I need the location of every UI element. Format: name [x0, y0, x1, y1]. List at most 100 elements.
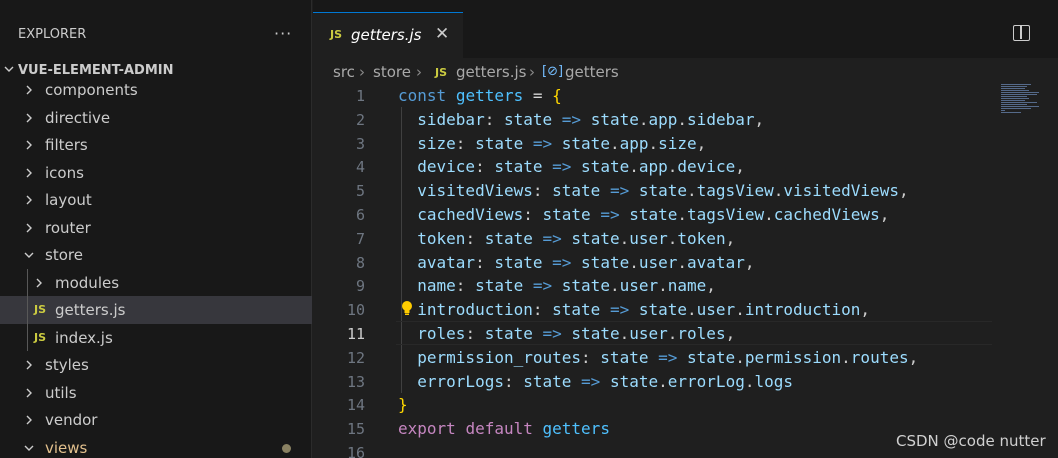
- code-text: avatar: state => state.user.avatar,: [417, 252, 755, 272]
- line-number: 13: [346, 372, 365, 391]
- line-number: 8: [355, 253, 365, 272]
- explorer-title: EXPLORER: [18, 27, 87, 42]
- js-file-icon: JS: [34, 303, 47, 316]
- tree-item-modules[interactable]: modules: [0, 269, 312, 297]
- code-line[interactable]: 2 sidebar: state => state.app.sidebar,: [313, 107, 1058, 131]
- code-text: }: [398, 395, 408, 415]
- tree-item-label: store: [45, 246, 83, 264]
- breadcrumb-src[interactable]: src: [333, 63, 355, 81]
- tree-item-label: getters.js: [55, 301, 126, 319]
- line-number: 12: [346, 348, 365, 367]
- line-number: 16: [346, 443, 365, 458]
- tree-item-store[interactable]: store: [0, 241, 312, 269]
- chevron-right-icon: ›: [529, 63, 535, 81]
- chevron-down-icon: [4, 66, 14, 72]
- chevron-right-icon: [22, 137, 36, 156]
- line-number: 2: [355, 110, 365, 129]
- tree-item-label: index.js: [55, 328, 113, 347]
- code-line[interactable]: 13 errorLogs: state => state.errorLog.lo…: [313, 369, 1058, 393]
- line-number: 6: [355, 205, 365, 224]
- tree-item-utils[interactable]: utils: [0, 379, 312, 407]
- line-number: 10: [346, 301, 365, 320]
- code-line[interactable]: 5 visitedViews: state => state.tagsView.…: [313, 178, 1058, 202]
- line-number: 1: [355, 87, 365, 105]
- chevron-down-icon: [22, 247, 36, 266]
- tree-item-label: vendor: [45, 411, 98, 429]
- tree-item-label: styles: [45, 356, 89, 374]
- tree-item-getters-js[interactable]: JS getters.js: [0, 296, 312, 324]
- js-file-icon: JS: [435, 66, 448, 79]
- tree-item-label: filters: [45, 136, 88, 154]
- tree-item-styles[interactable]: styles: [0, 351, 312, 379]
- code-text: const getters = {: [398, 86, 562, 105]
- symbol-variable-icon: [⊘]: [542, 64, 564, 79]
- split-editor-icon[interactable]: [1013, 25, 1030, 41]
- tree-item-index-js[interactable]: JS index.js: [0, 324, 312, 352]
- code-line[interactable]: 12 permission_routes: state => state.per…: [313, 345, 1058, 369]
- line-number: 5: [355, 182, 365, 201]
- tree-item-layout[interactable]: layout: [0, 186, 312, 214]
- code-text: visitedViews: state => state.tagsView.vi…: [417, 181, 909, 201]
- code-editor[interactable]: 1 const getters = { 2 sidebar: state => st…: [313, 83, 1058, 458]
- breadcrumb-file[interactable]: getters.js: [456, 63, 526, 81]
- code-text: name: state => state.user.name,: [417, 276, 716, 296]
- line-number: 11: [346, 324, 365, 343]
- code-text: roles: state => state.user.roles,: [417, 323, 736, 343]
- indent-guide: [27, 268, 28, 351]
- tree-item-vendor[interactable]: vendor: [0, 406, 312, 434]
- editor-area: JS getters.js ✕ src › store › JS getters…: [313, 0, 1058, 458]
- tree-item-label: router: [45, 218, 91, 237]
- code-text: introduction: state => state.user.introd…: [417, 300, 871, 320]
- tab-label: getters.js: [351, 26, 422, 44]
- code-line[interactable]: 14}: [313, 392, 1058, 416]
- chevron-right-icon: [22, 192, 36, 211]
- more-actions-icon[interactable]: ···: [274, 24, 292, 43]
- breadcrumb-symbol[interactable]: getters: [565, 63, 619, 81]
- code-line[interactable]: 11 roles: state => state.user.roles,: [313, 320, 1058, 345]
- watermark: CSDN @code nutter: [896, 432, 1046, 450]
- chevron-right-icon: [22, 357, 36, 376]
- chevron-right-icon: [22, 220, 36, 239]
- code-line[interactable]: 9 name: state => state.user.name,: [313, 273, 1058, 297]
- code-text: cachedViews: state => state.tagsView.cac…: [417, 204, 890, 224]
- tree-item-label: layout: [45, 191, 92, 209]
- chevron-right-icon: [22, 165, 36, 184]
- code-text: size: state => state.app.size,: [417, 133, 707, 153]
- breadcrumb-store[interactable]: store: [373, 63, 411, 81]
- explorer-sidebar: EXPLORER ··· VUE-ELEMENT-ADMIN component…: [0, 0, 312, 458]
- breadcrumb: src › store › JS getters.js › [⊘] getter…: [313, 58, 1058, 86]
- line-number: 3: [355, 134, 365, 153]
- code-line[interactable]: 1 const getters = {: [313, 83, 1058, 107]
- code-text: device: state => state.app.device,: [417, 157, 745, 177]
- minimap[interactable]: [1001, 84, 1041, 114]
- close-icon[interactable]: ✕: [435, 24, 449, 44]
- js-file-icon: JS: [34, 330, 47, 344]
- tree-item-directive[interactable]: directive: [0, 104, 312, 132]
- tree-item-icons[interactable]: icons: [0, 159, 312, 187]
- tab-getters-js[interactable]: JS getters.js ✕: [313, 12, 463, 58]
- chevron-right-icon: [22, 82, 36, 101]
- lightbulb-icon[interactable]: [401, 300, 413, 316]
- chevron-right-icon: [22, 412, 36, 431]
- chevron-right-icon: ›: [416, 63, 422, 81]
- tree-item-label: modules: [55, 273, 120, 292]
- code-line[interactable]: 6 cachedViews: state => state.tagsView.c…: [313, 202, 1058, 226]
- line-number: 15: [346, 420, 365, 439]
- tree-item-components[interactable]: components: [0, 76, 312, 104]
- line-number: 7: [355, 229, 365, 248]
- line-number: 14: [346, 396, 365, 415]
- code-text: permission_routes: state => state.permis…: [417, 347, 919, 367]
- tree-item-label: components: [45, 81, 138, 99]
- line-number: 9: [355, 277, 365, 296]
- code-line[interactable]: 10 introduction: state => state.user.int…: [313, 297, 1058, 321]
- tree-item-router[interactable]: router: [0, 214, 312, 242]
- tab-bar: JS getters.js ✕: [313, 0, 1058, 58]
- code-line[interactable]: 4 device: state => state.app.device,: [313, 154, 1058, 178]
- tree-item-filters[interactable]: filters: [0, 131, 312, 159]
- code-line[interactable]: 7 token: state => state.user.token,: [313, 226, 1058, 250]
- code-text: errorLogs: state => state.errorLog.logs: [417, 371, 793, 391]
- chevron-right-icon: [22, 110, 36, 129]
- tree-item-views[interactable]: views: [0, 434, 312, 458]
- code-line[interactable]: 3 size: state => state.app.size,: [313, 131, 1058, 155]
- code-line[interactable]: 8 avatar: state => state.user.avatar,: [313, 250, 1058, 274]
